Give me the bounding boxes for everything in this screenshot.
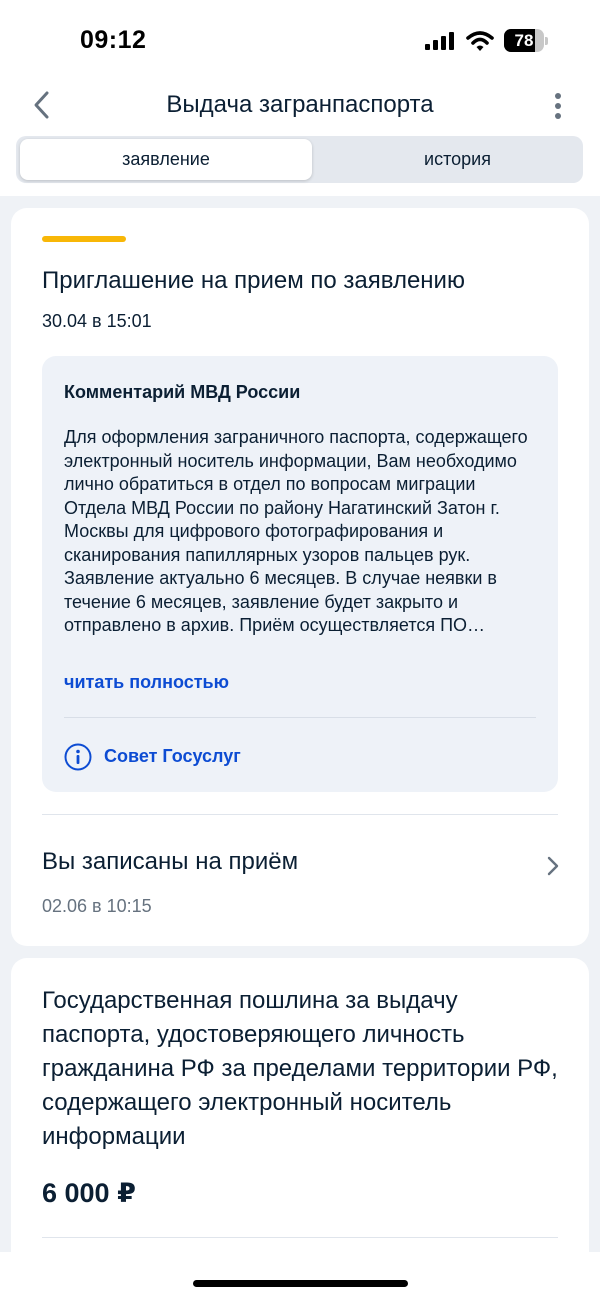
bottom-bar xyxy=(0,1252,600,1300)
tab-application[interactable]: заявление xyxy=(20,139,312,180)
comment-heading: Комментарий МВД России xyxy=(64,382,301,402)
status-stripe xyxy=(42,236,126,242)
signal-icon xyxy=(425,32,454,50)
chevron-left-icon[interactable] xyxy=(28,90,58,120)
event-date: 30.04 в 15:01 xyxy=(42,311,152,331)
comment-divider xyxy=(64,717,536,718)
tab-switcher: заявление история xyxy=(16,136,583,183)
fee-title: Государственная пошлина за выдачу паспор… xyxy=(42,987,558,1150)
battery-level: 78 xyxy=(514,31,534,50)
fee-divider xyxy=(42,1237,558,1238)
tab-history[interactable]: история xyxy=(314,139,600,180)
home-indicator xyxy=(193,1280,408,1287)
tip-label: Совет Госуслуг xyxy=(104,746,241,766)
application-card: Приглашение на прием по заявлению 30.04 … xyxy=(11,208,589,946)
appointment-row[interactable]: Вы записаны на приём 02.06 в 10:15 xyxy=(11,814,589,924)
event-title: Приглашение на прием по заявлению xyxy=(42,267,465,294)
battery-icon: 78 xyxy=(504,29,548,52)
fee-card: Государственная пошлина за выдачу паспор… xyxy=(11,958,589,1278)
appointment-title: Вы записаны на приём xyxy=(42,848,299,875)
wifi-icon xyxy=(466,31,494,51)
fee-amount: 6 000 ₽ xyxy=(42,1178,136,1208)
read-more-link[interactable]: читать полностью xyxy=(64,672,229,693)
status-time: 09:12 xyxy=(80,26,147,54)
chevron-right-icon xyxy=(547,856,559,876)
status-bar: 09:12 78 xyxy=(0,0,600,82)
page-title: Выдача загранпаспорта xyxy=(166,91,434,118)
battery-tip xyxy=(545,37,548,45)
battery-body: 78 xyxy=(504,29,544,52)
comment-text: Для оформления заграничного паспорта, со… xyxy=(64,427,528,635)
more-vertical-icon[interactable] xyxy=(548,92,568,120)
appointment-date: 02.06 в 10:15 xyxy=(42,896,152,916)
info-icon xyxy=(64,743,92,771)
comment-box: Комментарий МВД России Для оформления за… xyxy=(42,356,558,792)
